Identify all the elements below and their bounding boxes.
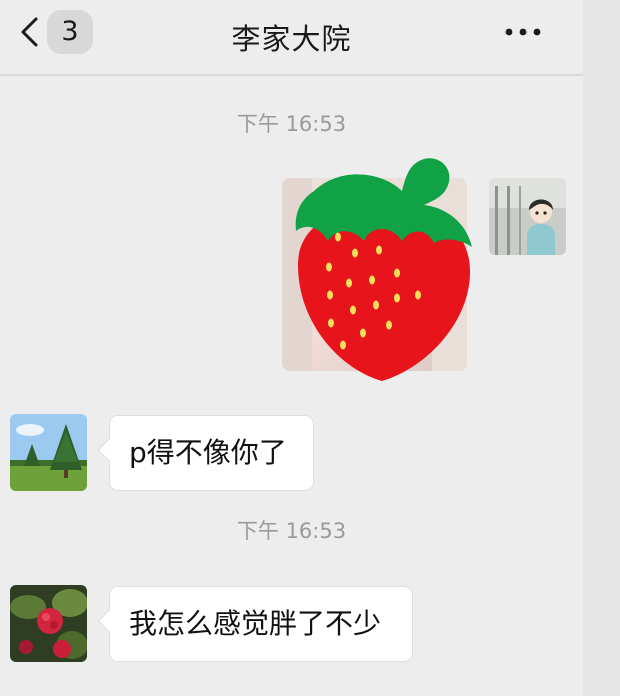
- self-avatar[interactable]: [489, 178, 566, 255]
- message-text: 我怎么感觉胖了不少: [129, 607, 382, 640]
- message-text: p得不像你了: [129, 436, 287, 469]
- chat-title: 李家大院: [231, 22, 352, 56]
- bubble-tail: [97, 438, 121, 462]
- tree-landscape-avatar-icon: [10, 414, 87, 491]
- bubble-tail: [97, 609, 121, 633]
- scroll-edge: [583, 0, 620, 696]
- message-timestamp: 下午 16:53: [236, 112, 347, 136]
- contact-avatar[interactable]: [10, 585, 87, 662]
- message-bubble[interactable]: p得不像你了: [97, 415, 314, 491]
- message-bubble[interactable]: 我怎么感觉胖了不少: [97, 586, 413, 662]
- strawberry-sticker-icon: [295, 158, 472, 381]
- red-berries-avatar-icon: [10, 585, 87, 662]
- contact-avatar[interactable]: [10, 414, 87, 491]
- more-options-icon[interactable]: [503, 24, 543, 40]
- message-timestamp: 下午 16:53: [236, 519, 347, 543]
- chat-header: 3 李家大院: [0, 0, 583, 76]
- cartoon-boy-avatar-icon: [489, 178, 566, 255]
